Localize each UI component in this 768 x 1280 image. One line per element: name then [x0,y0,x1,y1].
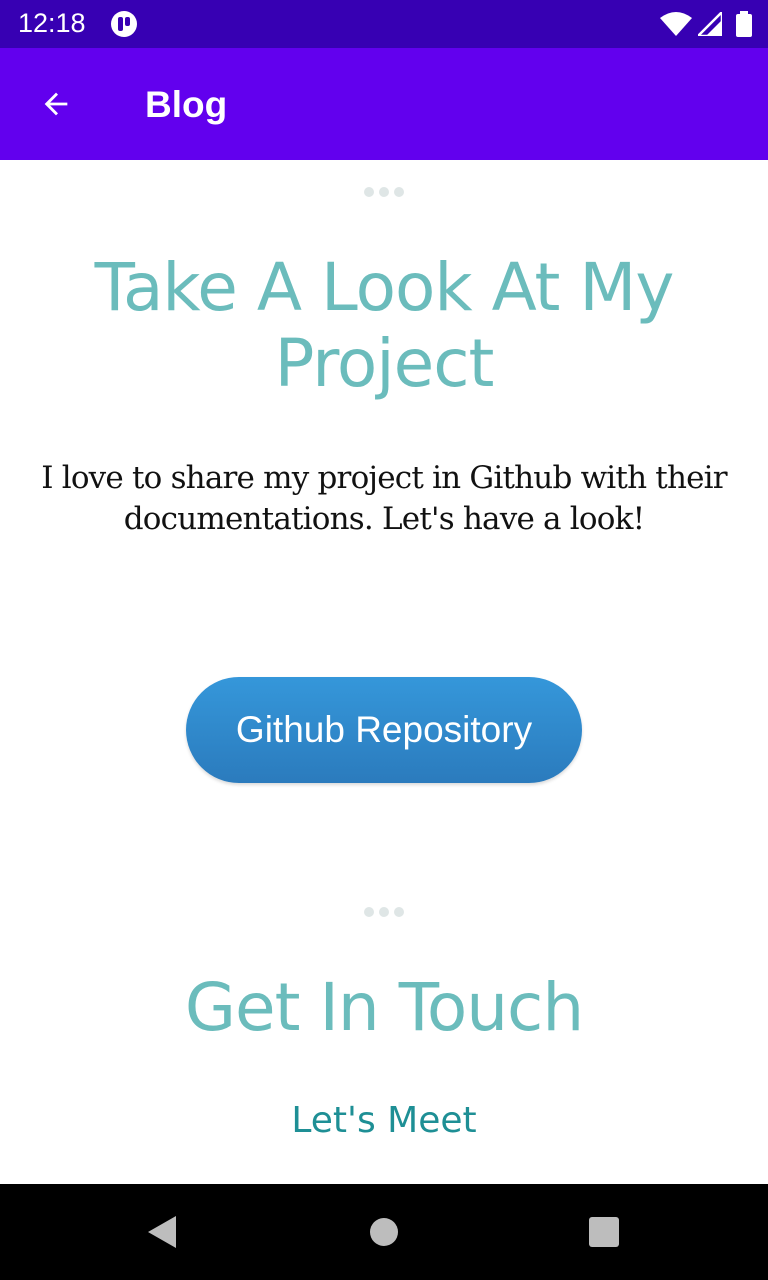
section-heading-contact: Get In Touch [184,969,584,1046]
battery-icon [736,11,752,42]
wifi-icon [660,12,692,41]
project-description: I love to share my project in Github wit… [41,460,727,537]
github-repository-button[interactable]: Github Repository [186,677,582,783]
system-navigation-bar [0,1184,768,1280]
status-time: 12:18 [18,8,86,38]
status-bar: 12:18 [0,0,768,48]
back-button[interactable] [26,74,86,134]
nav-back-icon[interactable] [146,1215,178,1254]
section-divider-dots [364,187,404,197]
nav-home-icon[interactable] [369,1217,399,1252]
arrow-back-icon [44,92,68,116]
blog-content: Take A Look At My Project I love to shar… [0,160,768,1184]
app-notification-icon [110,10,138,43]
section-heading-project: Take A Look At My Project [94,249,675,402]
lets-meet-subheading: Let's Meet [291,1100,477,1141]
app-bar: Blog [0,48,768,160]
signal-icon [694,8,724,41]
section-divider-dots [364,907,404,917]
app-title: Blog [145,84,228,125]
nav-recents-icon[interactable] [589,1217,619,1252]
